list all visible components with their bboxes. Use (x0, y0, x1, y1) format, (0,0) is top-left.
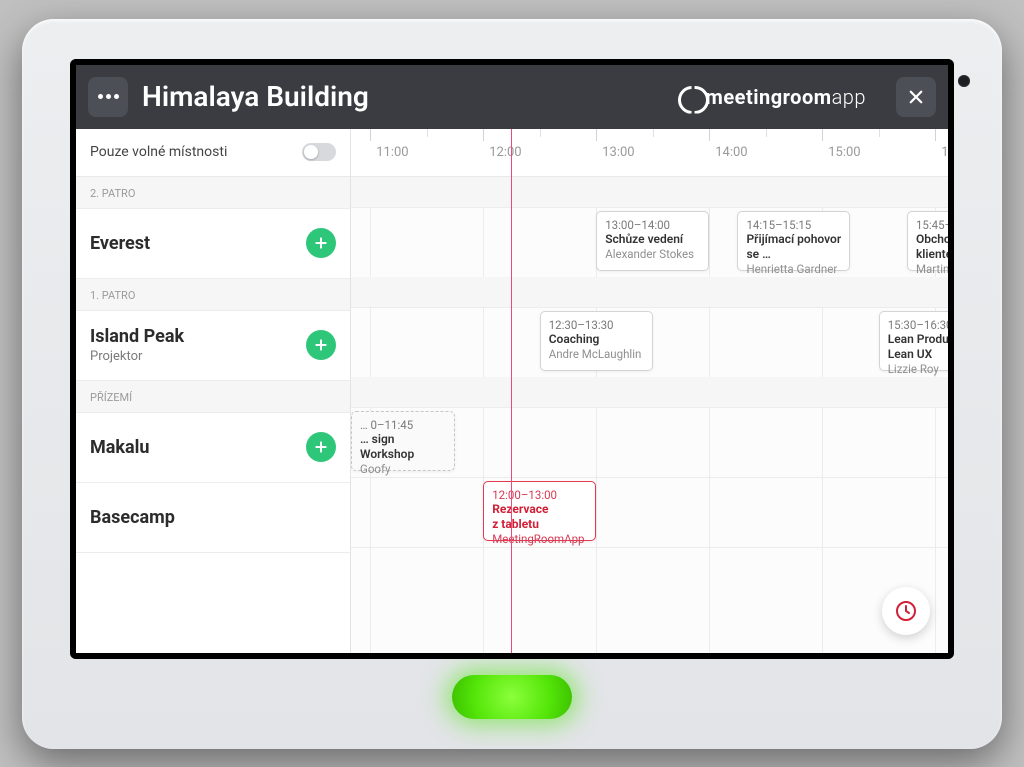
time-tick: 16:00 (935, 129, 948, 176)
add-booking-button[interactable] (306, 228, 336, 258)
booking-owner: MeetingRoomApp (492, 532, 587, 546)
booking-subject: Rezervace z tabletu (492, 502, 587, 532)
booking-subject: Coaching (549, 332, 644, 347)
booking-card[interactable]: 12:30–13:30CoachingAndre McLaughlin (540, 311, 653, 371)
booking-time: 14:15–15:15 (746, 218, 841, 232)
app: Himalaya Building meetingroomapp Pouze v… (76, 65, 948, 653)
topbar: Himalaya Building meetingroomapp (76, 65, 948, 129)
timeline[interactable]: 11:00 12:00 13:00 14:00 15:00 16:00 13:00–14:… (351, 129, 948, 653)
now-indicator (511, 129, 512, 653)
booking-time: 15:45–16:45 (916, 218, 948, 232)
floor-group-header: PŘÍZEMÍ (76, 381, 350, 413)
floor-group-header: 2. PATRO (76, 177, 350, 209)
clock-icon (894, 599, 918, 623)
sidebar: Pouze volné místnosti 2. PATRO Everest 1. … (76, 129, 351, 653)
booking-owner: Alexander Stokes (605, 247, 700, 261)
booking-subject: Schůze vedení (605, 232, 700, 247)
add-booking-button[interactable] (306, 432, 336, 462)
booking-card[interactable]: 14:15–15:15Přijímací pohovor se …Henriet… (737, 211, 850, 271)
filter-free-rooms[interactable]: Pouze volné místnosti (76, 129, 350, 177)
time-tick: 14:00 (709, 129, 747, 176)
time-tick: 11:00 (370, 129, 408, 176)
booking-owner: Martin Gutie… (916, 262, 948, 276)
booking-time: 12:30–13:30 (549, 318, 644, 332)
room-row[interactable]: Makalu (76, 413, 350, 483)
booking-card[interactable]: … 0–11:45… sign WorkshopGoofy (351, 411, 455, 471)
menu-button[interactable] (88, 77, 128, 117)
booking-subject: Obchodní t… s klientem (916, 232, 948, 262)
booking-owner: Goofy (360, 462, 446, 476)
room-subtitle: Projektor (90, 349, 184, 364)
booking-owner: Henrietta Gardner (746, 262, 841, 276)
status-led (452, 675, 572, 719)
close-icon (907, 88, 925, 106)
booking-card[interactable]: 12:00–13:00Rezervace z tabletuMeetingRoo… (483, 481, 596, 541)
time-tick: 12:00 (483, 129, 521, 176)
booking-time: 12:00–13:00 (492, 488, 587, 502)
room-row[interactable]: Basecamp (76, 483, 350, 553)
time-tick: 13:00 (596, 129, 634, 176)
booking-time: 15:30–16:30 (888, 318, 948, 332)
booking-card[interactable]: 13:00–14:00Schůze vedeníAlexander Stokes (596, 211, 709, 271)
screen: Himalaya Building meetingroomapp Pouze v… (70, 59, 954, 659)
room-name: Island Peak (90, 326, 184, 347)
now-button[interactable] (882, 587, 930, 635)
add-booking-button[interactable] (306, 330, 336, 360)
brand-text: meetingroomapp (706, 85, 866, 109)
time-header: 11:00 12:00 13:00 14:00 15:00 16:00 (351, 129, 948, 177)
time-tick: 15:00 (822, 129, 860, 176)
plus-icon (313, 439, 329, 455)
booking-owner: Lizzie Roy (888, 362, 948, 376)
camera-dot (958, 75, 970, 87)
brand-logo-icon (678, 86, 700, 108)
floor-group-header: 1. PATRO (76, 279, 350, 311)
close-button[interactable] (896, 77, 936, 117)
brand[interactable]: meetingroomapp (678, 85, 866, 109)
room-name: Everest (90, 233, 150, 254)
booking-time: … 0–11:45 (360, 418, 446, 432)
booking-card[interactable]: 15:30–16:30Lean Product & Lean UXLizzie … (879, 311, 948, 371)
room-row[interactable]: Island Peak Projektor (76, 311, 350, 381)
booking-subject: Přijímací pohovor se … (746, 232, 841, 262)
booking-owner: Andre McLaughlin (549, 347, 644, 361)
page-title: Himalaya Building (142, 80, 664, 113)
booking-subject: Lean Product & Lean UX (888, 332, 948, 362)
room-name: Basecamp (90, 507, 175, 528)
room-name: Makalu (90, 437, 149, 458)
filter-label: Pouze volné místnosti (90, 144, 227, 160)
filter-toggle[interactable] (302, 143, 336, 161)
booking-subject: … sign Workshop (360, 432, 446, 462)
tablet-frame: Himalaya Building meetingroomapp Pouze v… (22, 19, 1002, 749)
plus-icon (313, 337, 329, 353)
room-row[interactable]: Everest (76, 209, 350, 279)
booking-card[interactable]: 15:45–16:45Obchodní t… s klientemMartin … (907, 211, 948, 271)
booking-time: 13:00–14:00 (605, 218, 700, 232)
plus-icon (313, 235, 329, 251)
